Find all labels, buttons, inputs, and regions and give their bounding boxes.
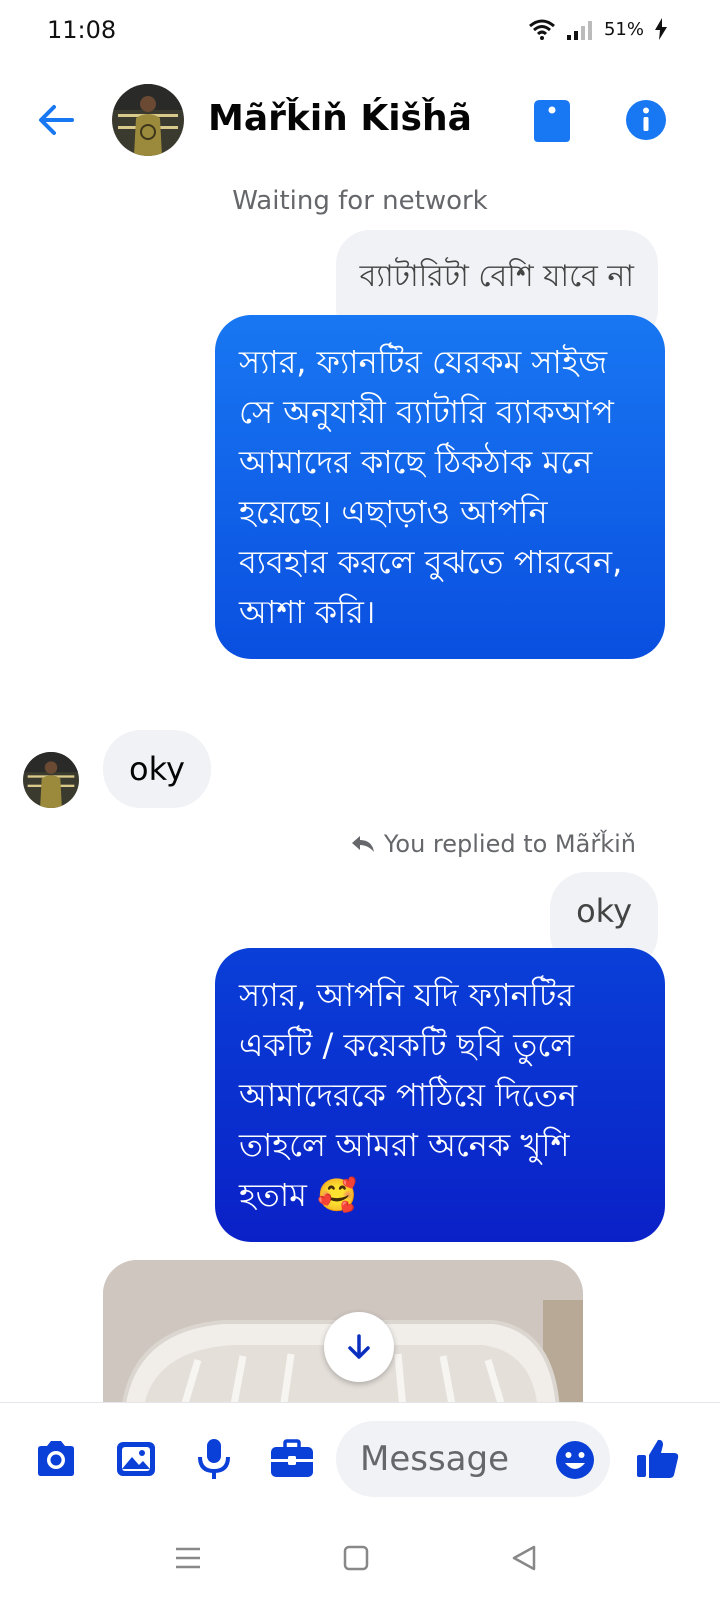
contact-avatar-small[interactable] (23, 752, 79, 808)
outgoing-message[interactable]: স্যার, ফ্যানটির যেরকম সাইজ সে অনুযায়ী ব… (215, 315, 665, 659)
camera-icon[interactable] (32, 1435, 80, 1483)
wifi-icon (529, 19, 555, 40)
signal-icon (566, 21, 592, 40)
chat-header: Mãřǩiň Ḱišȟã (0, 72, 720, 168)
briefcase-icon[interactable] (268, 1435, 316, 1483)
emoji-icon[interactable] (554, 1439, 596, 1481)
message-input[interactable]: Message (336, 1421, 610, 1497)
menu-nav-icon[interactable] (172, 1542, 204, 1574)
battery-percent: 51% (603, 18, 644, 40)
contact-name[interactable]: Mãřǩiň Ḱišȟã (208, 98, 472, 139)
back-arrow-icon[interactable] (34, 98, 78, 142)
message-placeholder: Message (360, 1439, 510, 1479)
status-bar: 11:08 51% (0, 0, 720, 62)
status-time: 11:08 (47, 16, 117, 44)
contact-avatar[interactable] (112, 84, 184, 156)
charging-icon (655, 18, 667, 40)
incoming-message[interactable]: oky (103, 730, 211, 808)
system-nav-bar (0, 1512, 720, 1600)
status-icons: 51% (528, 18, 668, 40)
tag-icon[interactable] (530, 96, 574, 144)
back-nav-icon[interactable] (508, 1542, 540, 1574)
info-icon[interactable] (624, 98, 668, 142)
composer-bar: Message (0, 1402, 720, 1513)
reply-indicator: You replied to Mãřǩiň (350, 830, 636, 858)
arrow-down-icon (348, 1334, 370, 1359)
network-status: Waiting for network (232, 186, 488, 216)
gallery-icon[interactable] (112, 1435, 160, 1483)
thumbs-up-icon[interactable] (634, 1435, 682, 1483)
reply-indicator-label: You replied to Mãřǩiň (383, 830, 636, 858)
home-nav-icon[interactable] (340, 1542, 372, 1574)
outgoing-message[interactable]: স্যার, আপনি যদি ফ্যানটির একটি / কয়েকটি … (215, 948, 665, 1242)
reply-arrow-icon (351, 836, 374, 852)
scroll-to-bottom-button[interactable] (324, 1312, 394, 1382)
microphone-icon[interactable] (190, 1435, 238, 1483)
